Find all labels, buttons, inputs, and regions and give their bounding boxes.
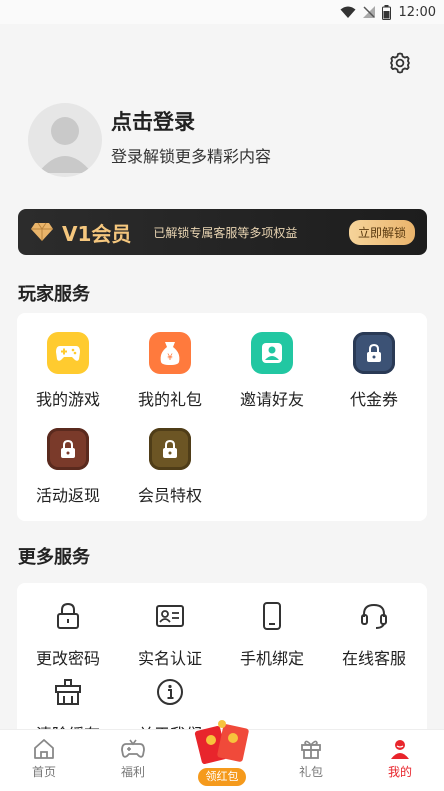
service-label: 会员特权: [137, 486, 202, 505]
tab-label: 首页: [31, 765, 56, 779]
gift-bag-icon: ¥: [149, 332, 191, 374]
service-label: 在线客服: [341, 649, 406, 668]
gamepad-icon: [47, 332, 89, 374]
bottom-tab-bar: 首页 福利 领红包 礼包 我的: [0, 720, 444, 791]
user-icon: [391, 740, 409, 759]
status-bar: 12:00: [0, 0, 444, 24]
player-services-card: 我的游戏 ¥ 我的礼包 邀请好友 代金券 活动返现 会员特权: [17, 313, 427, 521]
tab-home[interactable]: 首页: [14, 738, 74, 780]
default-avatar-icon: [38, 117, 92, 173]
service-label: 邀请好友: [239, 390, 304, 409]
vip-description: 已解锁专属客服等多项权益: [153, 225, 298, 240]
service-change-password[interactable]: 更改密码: [17, 595, 119, 669]
redpacket-label: 领红包: [198, 768, 246, 786]
tab-label: 福利: [120, 765, 145, 779]
info-icon: [149, 671, 191, 713]
section-title-player-services: 玩家服务: [18, 284, 90, 305]
lock-icon: [47, 428, 89, 470]
settings-button[interactable]: [386, 49, 414, 77]
service-online-support[interactable]: 在线客服: [323, 595, 425, 669]
battery-icon: [381, 4, 391, 20]
gear-icon: [390, 52, 410, 74]
login-subtitle: 登录解锁更多精彩内容: [111, 147, 272, 166]
service-invite-friends[interactable]: 邀请好友: [221, 332, 323, 410]
wifi-icon: [340, 6, 356, 18]
unlock-button[interactable]: 立即解锁: [348, 219, 415, 245]
broom-icon: [47, 671, 89, 713]
service-label: 实名认证: [137, 649, 202, 668]
login-title[interactable]: 点击登录: [111, 106, 195, 136]
id-card-icon: [149, 595, 191, 637]
home-icon: [34, 739, 54, 759]
vip-banner[interactable]: V1会员 已解锁专属客服等多项权益 立即解锁: [18, 209, 427, 255]
lock-outline-icon: [47, 595, 89, 637]
no-signal-icon: [362, 6, 375, 18]
red-packet-icon: [194, 720, 249, 765]
headset-icon: [353, 595, 395, 637]
svg-text:¥: ¥: [167, 353, 173, 363]
tab-welfare[interactable]: 福利: [103, 738, 163, 780]
service-my-gifts[interactable]: ¥ 我的礼包: [119, 332, 221, 410]
service-label: 代金券: [349, 390, 398, 409]
service-cashback[interactable]: 活动返现: [17, 428, 119, 506]
lock-icon: [149, 428, 191, 470]
tab-label: 礼包: [298, 765, 323, 779]
service-member-privileges[interactable]: 会员特权: [119, 428, 221, 506]
service-phone-binding[interactable]: 手机绑定: [221, 595, 323, 669]
phone-icon: [251, 595, 293, 637]
service-my-games[interactable]: 我的游戏: [17, 332, 119, 410]
service-vouchers[interactable]: 代金券: [323, 332, 425, 410]
lock-icon: [353, 332, 395, 374]
gamepad-outline-icon: [121, 739, 145, 758]
service-label: 我的游戏: [35, 390, 100, 409]
service-real-name-auth[interactable]: 实名认证: [119, 595, 221, 669]
tab-label: 我的: [387, 765, 412, 779]
gift-icon: [301, 740, 321, 759]
section-title-more-services: 更多服务: [18, 547, 90, 568]
service-label: 我的礼包: [137, 390, 202, 409]
vip-title: V1会员: [62, 221, 132, 246]
avatar[interactable]: [28, 103, 102, 177]
invite-icon: [251, 332, 293, 374]
service-label: 更改密码: [35, 649, 100, 668]
service-label: 手机绑定: [239, 649, 304, 668]
tab-mine[interactable]: 我的: [370, 738, 430, 780]
service-label: 活动返现: [35, 486, 100, 505]
tab-gift[interactable]: 礼包: [281, 738, 341, 780]
diamond-icon: [31, 222, 53, 241]
status-time: 12:00: [398, 4, 436, 20]
